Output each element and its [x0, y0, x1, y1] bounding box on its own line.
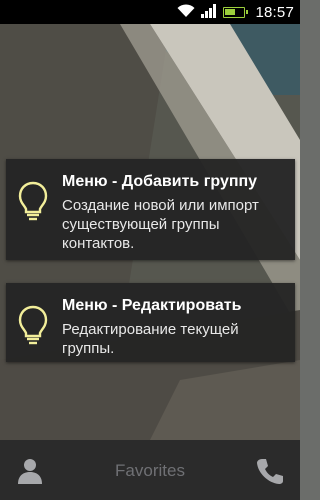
clock: 18:57: [255, 3, 294, 21]
hint-text: Меню - Редактировать Редактирование теку…: [62, 295, 285, 358]
battery-level: [225, 8, 236, 15]
signal-icon: [201, 3, 217, 22]
hint-description: Создание новой или импорт существующей г…: [62, 197, 259, 252]
hint-title: Меню - Добавить группу: [62, 173, 258, 190]
hint-description: Редактирование текущей группы.: [62, 321, 239, 357]
bottom-tab-bar: Favorites: [0, 440, 300, 500]
wifi-icon: [177, 3, 195, 22]
lightbulb-icon: [18, 305, 52, 347]
status-bar: 18:57: [0, 0, 300, 24]
hint-card-add-group: Меню - Добавить группу Создание новой ил…: [6, 159, 295, 260]
hint-title: Меню - Редактировать: [62, 297, 242, 314]
hint-text: Меню - Добавить группу Создание новой ил…: [62, 171, 285, 253]
lightbulb-icon: [18, 181, 52, 223]
battery-icon: [223, 6, 249, 18]
tab-favorites[interactable]: Favorites: [100, 458, 200, 484]
person-icon[interactable]: [16, 458, 44, 484]
phone-icon[interactable]: [256, 457, 284, 485]
hint-card-edit: Меню - Редактировать Редактирование теку…: [6, 283, 295, 362]
